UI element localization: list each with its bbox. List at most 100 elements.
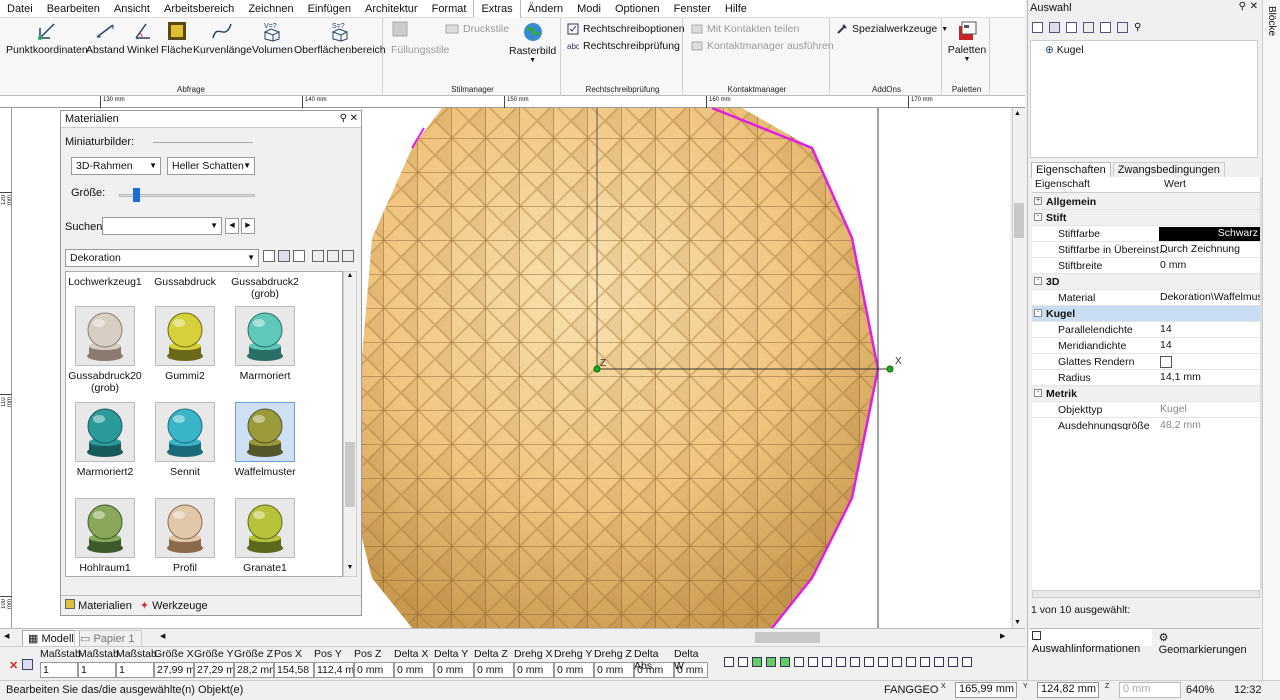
punktkoordinaten-button[interactable]: Punktkoordinaten [6, 20, 88, 56]
menu-item[interactable]: Bearbeiten [40, 0, 107, 18]
property-row[interactable]: Meridiandichte 14 [1032, 338, 1260, 354]
rechtschreiboptionen-button[interactable]: Rechtschreiboptionen [567, 23, 685, 35]
coord-field[interactable]: Pos Z 0 mm [354, 648, 394, 678]
menu-item[interactable]: Optionen [608, 0, 667, 18]
expand-toggle-icon[interactable]: + [1034, 197, 1042, 205]
coord-field[interactable]: Delta Z 0 mm [474, 648, 514, 678]
search-prev-button[interactable]: ◀ [225, 218, 239, 234]
property-row[interactable]: Stiftfarbe Schwarz [1032, 226, 1260, 242]
scroll-up-icon[interactable]: ▲ [344, 272, 356, 284]
expand-toggle-icon[interactable]: - [1034, 213, 1042, 221]
property-value[interactable]: 14 [1159, 339, 1260, 353]
menu-item[interactable]: Format [425, 0, 474, 18]
property-row[interactable]: Stiftfarbe in Übereinst... Durch Zeichnun… [1032, 242, 1260, 258]
flaeche-button[interactable]: Fläche [161, 20, 193, 56]
search-input[interactable]: ▼ [102, 217, 222, 235]
fang-toggle[interactable]: FANG [884, 684, 914, 696]
tab-modell[interactable]: ▦ Modell [22, 630, 80, 647]
snap-quadrant-icon[interactable] [850, 657, 860, 667]
coord-input[interactable]: 0 mm [674, 662, 708, 678]
bloecke-side-tab[interactable]: Blöcke [1262, 0, 1280, 700]
table-icon[interactable] [22, 659, 33, 670]
property-value[interactable]: 0 mm [1159, 259, 1260, 273]
mit-kontakten-teilen-button[interactable]: Mit Kontakten teilen [691, 23, 799, 35]
snap-distance-icon[interactable] [878, 657, 888, 667]
geo-toggle[interactable]: GEO [914, 684, 938, 696]
material-item[interactable]: Hohlraum1 [66, 498, 144, 574]
abstand-button[interactable]: Abstand [86, 20, 125, 56]
search-library-icon[interactable] [278, 250, 290, 262]
snap-grid-icon[interactable] [724, 657, 734, 667]
menu-item[interactable]: Einfügen [301, 0, 358, 18]
material-item[interactable]: Gummi2 [146, 306, 224, 382]
coord-field[interactable]: Delta W0 mm [674, 648, 708, 678]
hscroll-right-icon[interactable]: ▶ [1000, 632, 1005, 640]
material-item[interactable]: Sennit [146, 402, 224, 478]
menu-item[interactable]: Modi [570, 0, 608, 18]
frame-select[interactable]: 3D-Rahmen ▼ [71, 157, 161, 175]
coord-input[interactable]: 1 [78, 662, 116, 678]
menu-item[interactable]: Ändern [521, 0, 570, 18]
category-select[interactable]: Dekoration ▼ [65, 249, 259, 267]
coord-input[interactable]: 0 mm [394, 662, 434, 678]
scroll-up-icon[interactable]: ▲ [1014, 110, 1021, 117]
property-value[interactable]: 14,1 mm [1159, 371, 1260, 385]
hscroll-thumb[interactable] [755, 632, 820, 643]
snap-surface-icon[interactable] [934, 657, 944, 667]
x-axis-marker[interactable] [886, 365, 894, 373]
snap-object-icon[interactable] [738, 657, 748, 667]
kontaktmanager-ausfuehren-button[interactable]: Kontaktmanager ausführen [691, 40, 834, 52]
canvas-scrollbar-v[interactable]: ▲ ▼ [1012, 108, 1025, 628]
coord-input[interactable]: 27,29 mm [194, 662, 234, 678]
material-item[interactable]: Waffelmuster [226, 402, 304, 478]
coord-input[interactable]: 28,2 mm [234, 662, 274, 678]
property-value[interactable]: Kugel [1159, 403, 1260, 417]
group-icon[interactable] [1083, 22, 1094, 33]
coord-field[interactable]: Größe Y 27,29 mm [194, 648, 234, 678]
snap-edge-icon[interactable] [808, 657, 818, 667]
expand-toggle-icon[interactable]: - [1034, 389, 1042, 397]
pin-icon[interactable]: ⚲ [340, 111, 347, 127]
coord-input[interactable]: 0 mm [634, 662, 674, 678]
tab-geomarkierungen[interactable]: ⚙ Geomarkierungen [1156, 629, 1260, 656]
menu-item[interactable]: Architektur [358, 0, 425, 18]
tab-auswahlinformationen[interactable]: Auswahlinformationen [1029, 629, 1152, 655]
close-icon[interactable]: ✕ [350, 111, 358, 127]
tab-zwangsbedingungen[interactable]: Zwangsbedingungen [1112, 162, 1225, 178]
snap-midpoint-icon[interactable] [766, 657, 776, 667]
scroll-down-icon[interactable]: ▼ [1014, 619, 1021, 626]
property-row[interactable]: Material Dekoration\Waffelmuster [1032, 290, 1260, 306]
coord-field[interactable]: Pos Y 112,4 mm [314, 648, 354, 678]
tab-werkzeuge[interactable]: ✦ Werkzeuge [140, 599, 208, 612]
glattes-rendern-checkbox[interactable] [1159, 355, 1260, 369]
property-value[interactable]: 14 [1159, 323, 1260, 337]
snap-nearest-icon[interactable] [920, 657, 930, 667]
fuellungsstile-button[interactable] [391, 20, 409, 38]
tab-papier-1[interactable]: ▭ Papier 1 [74, 630, 142, 647]
select-icon[interactable] [1032, 22, 1043, 33]
coord-input[interactable]: 154,58 [274, 662, 314, 678]
snap-intersection-icon[interactable] [822, 657, 832, 667]
coord-input[interactable]: 0 mm [514, 662, 554, 678]
coord-field[interactable]: Delta Abs0 mm [634, 648, 674, 678]
property-category[interactable]: + Allgemein [1032, 194, 1260, 210]
filter-icon[interactable] [1066, 22, 1077, 33]
zoom-level[interactable]: 640% [1186, 684, 1214, 696]
coord-field[interactable]: Drehg Z 0 mm [594, 648, 634, 678]
property-category[interactable]: - Kugel [1032, 306, 1260, 322]
coord-field[interactable]: Maßstab 1 [40, 648, 81, 678]
rasterbild-button[interactable]: Rasterbild ▼ [509, 21, 556, 64]
coord-input[interactable]: 1 [116, 662, 154, 678]
property-value[interactable]: Schwarz [1159, 227, 1260, 241]
menu-item[interactable]: Fenster [667, 0, 718, 18]
pin-icon[interactable]: ⚲ [1239, 1, 1246, 12]
material-item[interactable]: Marmoriert2 [66, 402, 144, 478]
prop-hscrollbar[interactable] [1032, 590, 1260, 598]
status-y[interactable]: 124,82 mm [1037, 682, 1099, 698]
menu-item[interactable]: Arbeitsbereich [157, 0, 241, 18]
search-icon[interactable]: ⚲ [1134, 22, 1141, 33]
expand-toggle-icon[interactable]: - [1034, 277, 1042, 285]
material-item[interactable]: Gussabdruck20 (grob) [66, 306, 144, 394]
snap-angle-icon[interactable] [864, 657, 874, 667]
size-slider-thumb[interactable] [132, 188, 140, 202]
